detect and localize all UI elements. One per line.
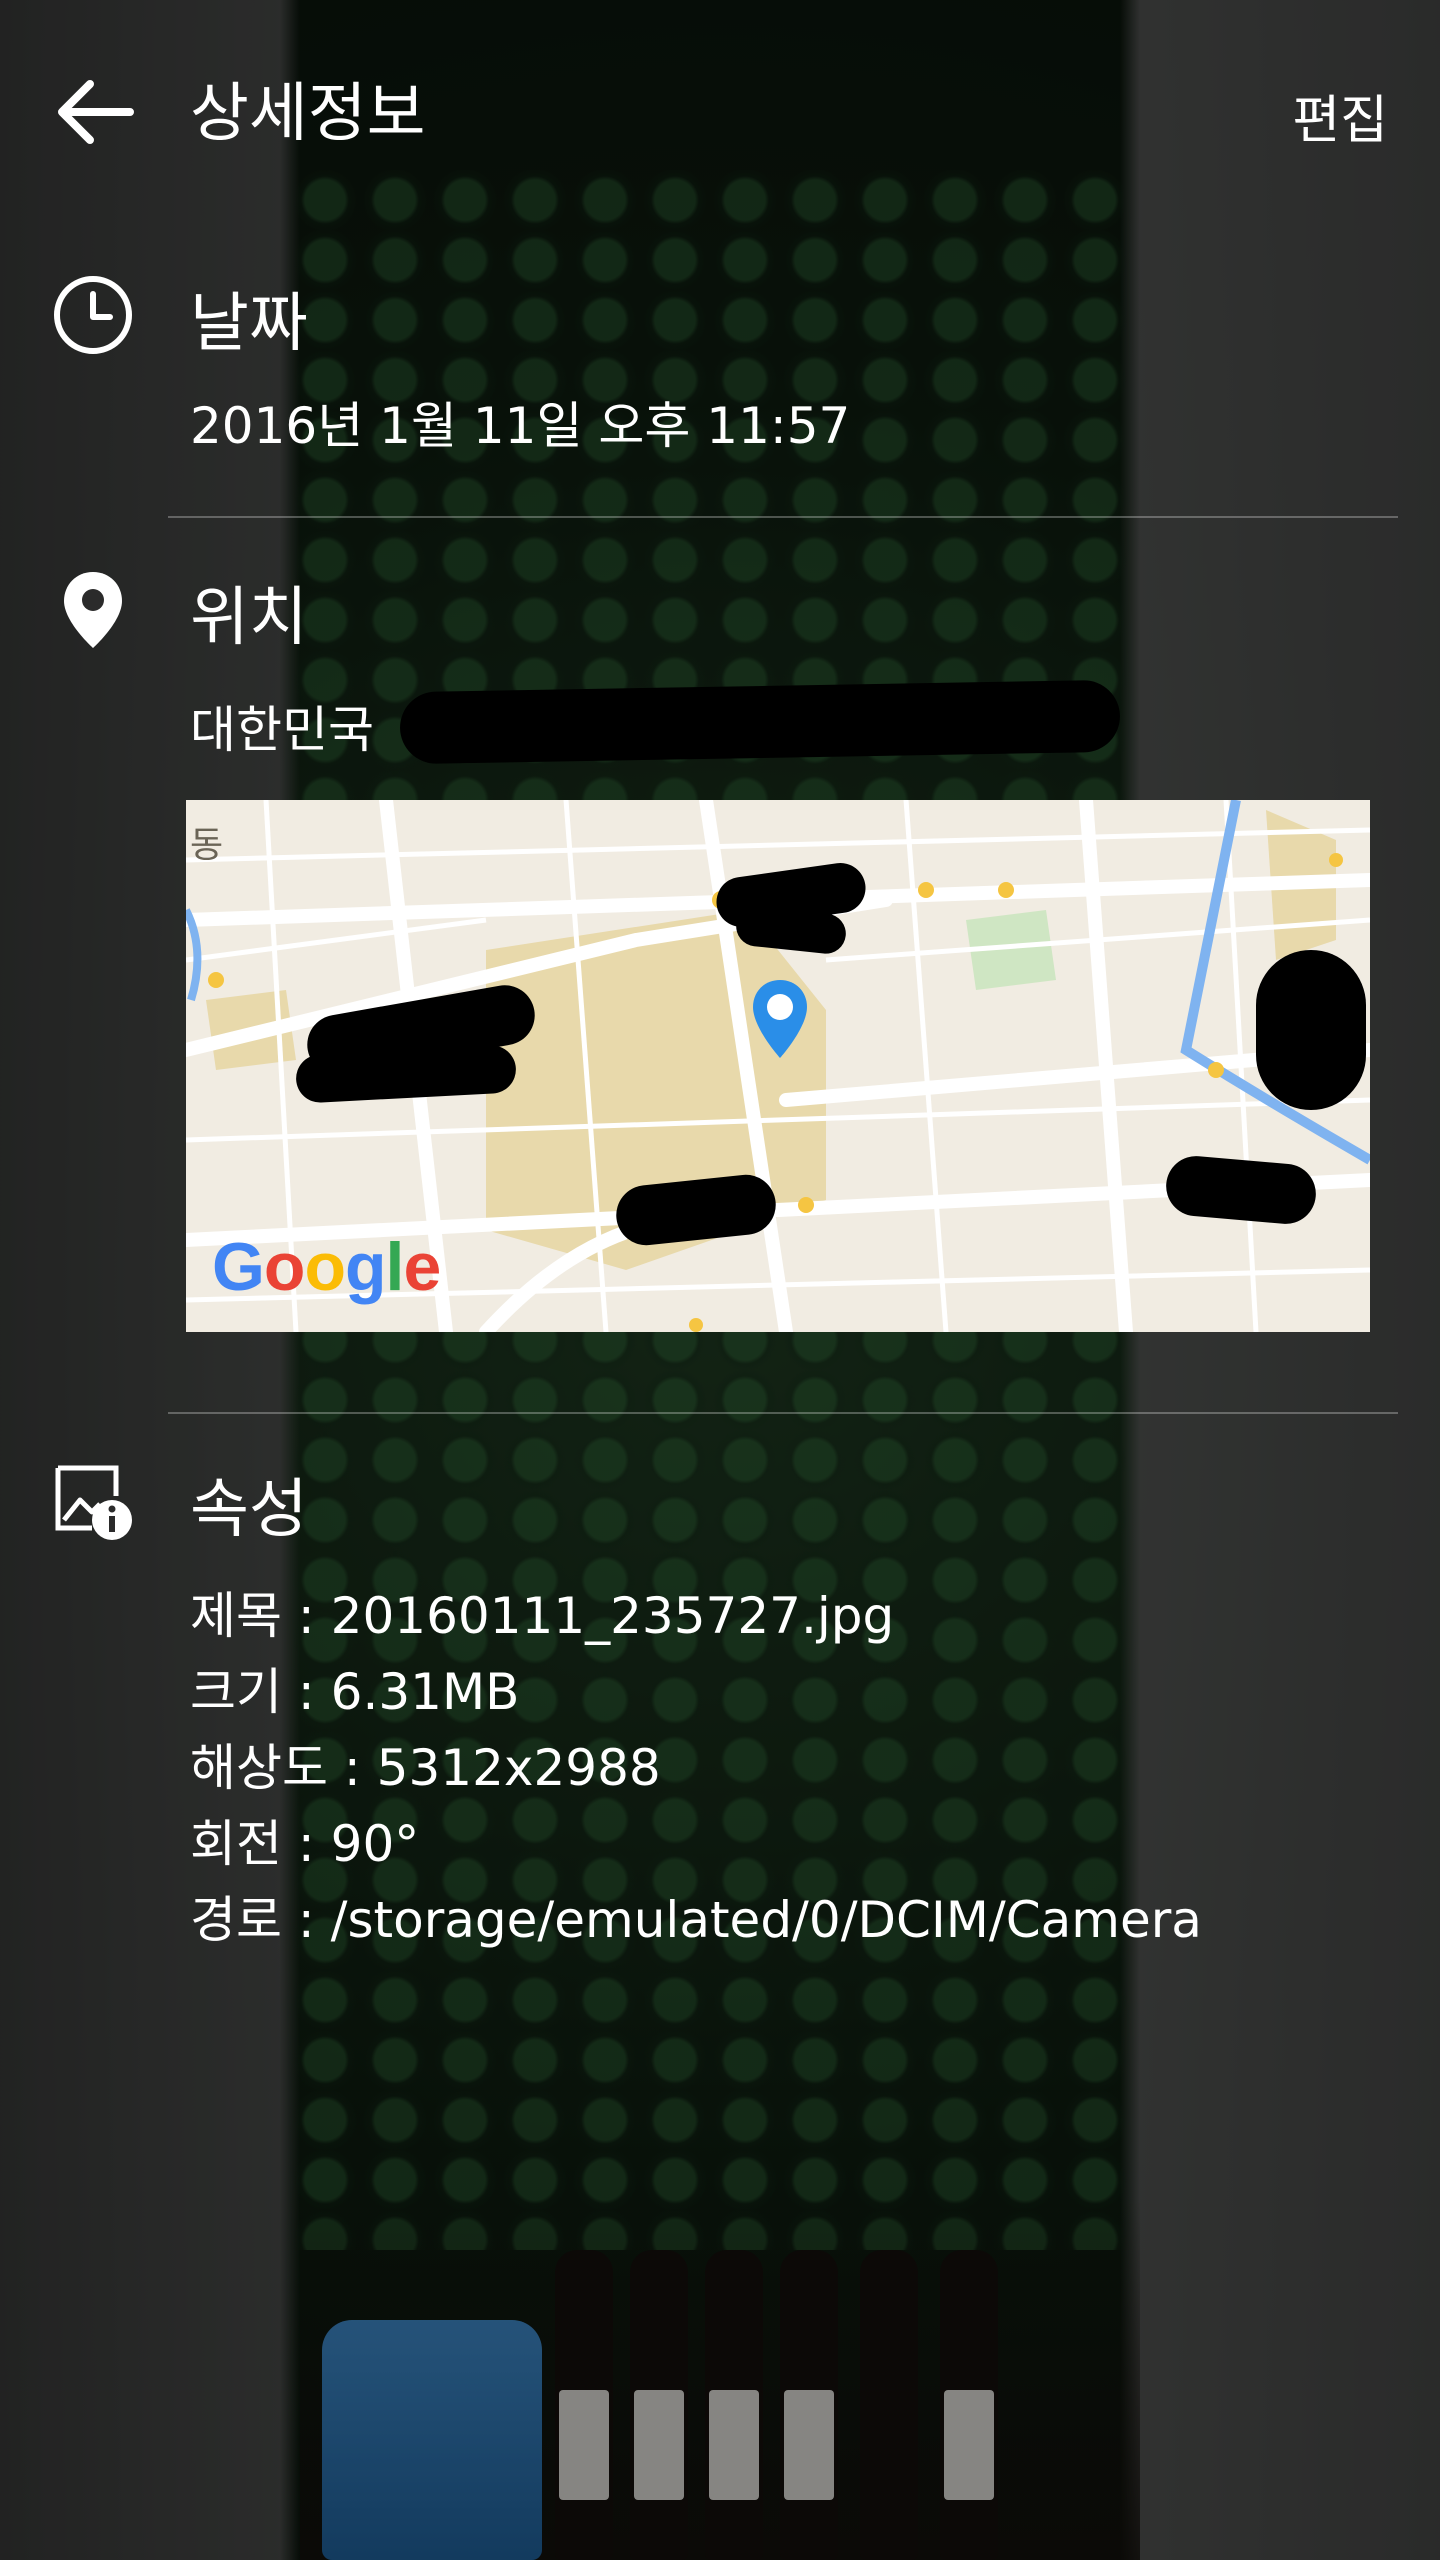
map-marker-icon	[753, 980, 807, 1058]
arrow-back-icon	[58, 80, 134, 144]
map-place-label: 동	[190, 825, 224, 866]
address-prefix: 대한민국	[190, 701, 374, 759]
property-path: 경로 : /storage/emulated/0/DCIM/Camera	[190, 1891, 1202, 1949]
clock-icon	[54, 276, 132, 354]
image-info-icon	[55, 1465, 132, 1540]
divider	[168, 516, 1398, 518]
page-title: 상세정보	[190, 77, 426, 151]
location-section-title: 위치	[190, 581, 308, 655]
redaction-mark	[1256, 950, 1366, 1110]
property-size: 크기 : 6.31MB	[190, 1663, 520, 1721]
divider	[168, 1412, 1398, 1414]
location-pin-icon	[64, 572, 122, 648]
app-bar: 상세정보 편집	[0, 0, 1440, 220]
back-button[interactable]	[58, 80, 134, 144]
google-logo: Google	[212, 1229, 441, 1305]
redaction-mark	[399, 679, 1121, 765]
location-map[interactable]: 동 Google	[186, 800, 1370, 1332]
property-resolution: 해상도 : 5312x2988	[190, 1739, 661, 1797]
property-rotation: 회전 : 90°	[190, 1815, 420, 1873]
date-value: 2016년 1월 11일 오후 11:57	[190, 397, 851, 455]
edit-button[interactable]: 편집	[1292, 78, 1388, 153]
properties-section-title: 속성	[190, 1473, 308, 1547]
property-title: 제목 : 20160111_235727.jpg	[190, 1587, 895, 1645]
date-section-title: 날짜	[190, 287, 308, 361]
